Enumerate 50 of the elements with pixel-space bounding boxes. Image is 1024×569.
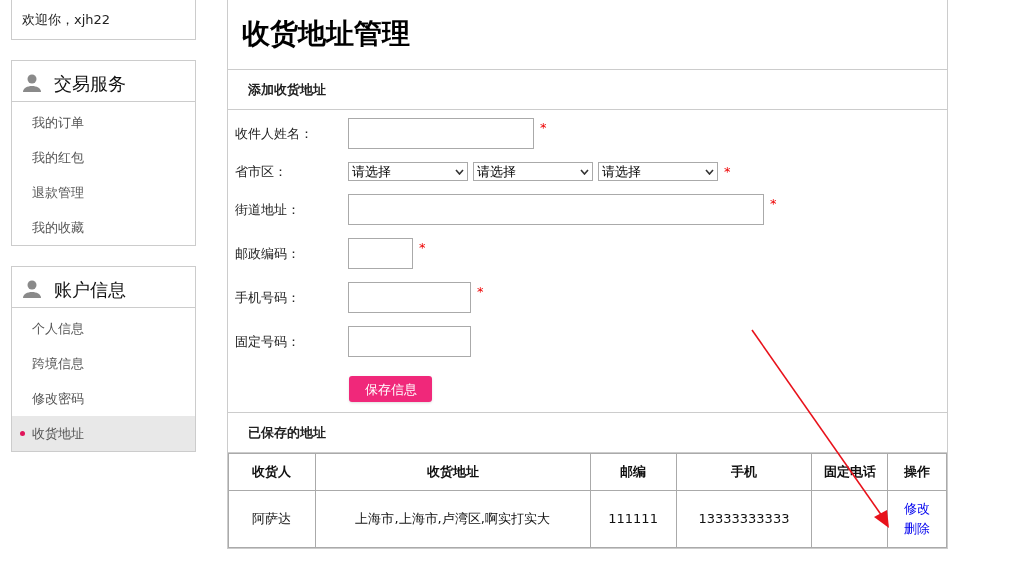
- save-button[interactable]: 保存信息: [349, 376, 432, 403]
- table-cell: 111111: [590, 490, 677, 548]
- section-title: 已保存的地址: [248, 423, 326, 442]
- table-cell: 阿萨达: [228, 490, 316, 548]
- column-header: 收货地址: [315, 453, 591, 491]
- chevron-icon: [455, 168, 464, 175]
- sidebar-heading: 账户信息: [54, 277, 126, 302]
- sidebar-heading: 交易服务: [54, 71, 126, 96]
- sidebar-item[interactable]: 我的订单: [12, 105, 195, 140]
- field-label: 固定号码：: [234, 333, 301, 351]
- text-field[interactable]: [348, 238, 413, 270]
- person-icon: [23, 280, 41, 298]
- column-header: 邮编: [590, 453, 677, 491]
- person-icon: [23, 74, 41, 92]
- table-cell: 13333333333: [676, 490, 812, 548]
- sidebar-item[interactable]: 退款管理: [12, 175, 195, 210]
- chevron-icon: [580, 168, 589, 175]
- field-label: 收件人姓名：: [234, 125, 314, 143]
- sidebar-item[interactable]: 个人信息: [12, 311, 195, 346]
- select-dropdown[interactable]: 请选择: [598, 162, 718, 182]
- text-field[interactable]: [348, 282, 471, 314]
- action-link[interactable]: 修改: [904, 499, 931, 519]
- text-field[interactable]: [348, 118, 534, 150]
- required-mark: *: [419, 239, 426, 258]
- required-mark: *: [477, 283, 484, 302]
- required-mark: *: [540, 119, 547, 138]
- field-label: 邮政编码：: [234, 245, 301, 263]
- text-field[interactable]: [348, 194, 764, 226]
- action-link[interactable]: 删除: [904, 519, 931, 539]
- column-header: 操作: [887, 453, 947, 491]
- field-label: 省市区：: [234, 163, 288, 181]
- select-dropdown[interactable]: 请选择: [473, 162, 593, 182]
- column-header: 手机: [676, 453, 812, 491]
- field-label: 手机号码：: [234, 289, 301, 307]
- required-mark: *: [724, 163, 731, 181]
- chevron-icon: [705, 168, 714, 175]
- sidebar-item[interactable]: 收货地址: [12, 416, 195, 451]
- text-field[interactable]: [348, 326, 471, 358]
- table-cell: 上海市,上海市,卢湾区,啊实打实大: [315, 490, 591, 548]
- sidebar-item[interactable]: 我的红包: [12, 140, 195, 175]
- field-label: 街道地址：: [234, 201, 301, 219]
- select-dropdown[interactable]: 请选择: [348, 162, 468, 182]
- sidebar-item[interactable]: 修改密码: [12, 381, 195, 416]
- sidebar-item[interactable]: 我的收藏: [12, 210, 195, 245]
- page-title: 收货地址管理: [242, 16, 410, 53]
- welcome-text: 欢迎你，xjh22: [22, 10, 111, 29]
- required-mark: *: [770, 195, 777, 214]
- column-header: 收货人: [228, 453, 316, 491]
- section-title: 添加收货地址: [248, 80, 326, 99]
- sidebar-item[interactable]: 跨境信息: [12, 346, 195, 381]
